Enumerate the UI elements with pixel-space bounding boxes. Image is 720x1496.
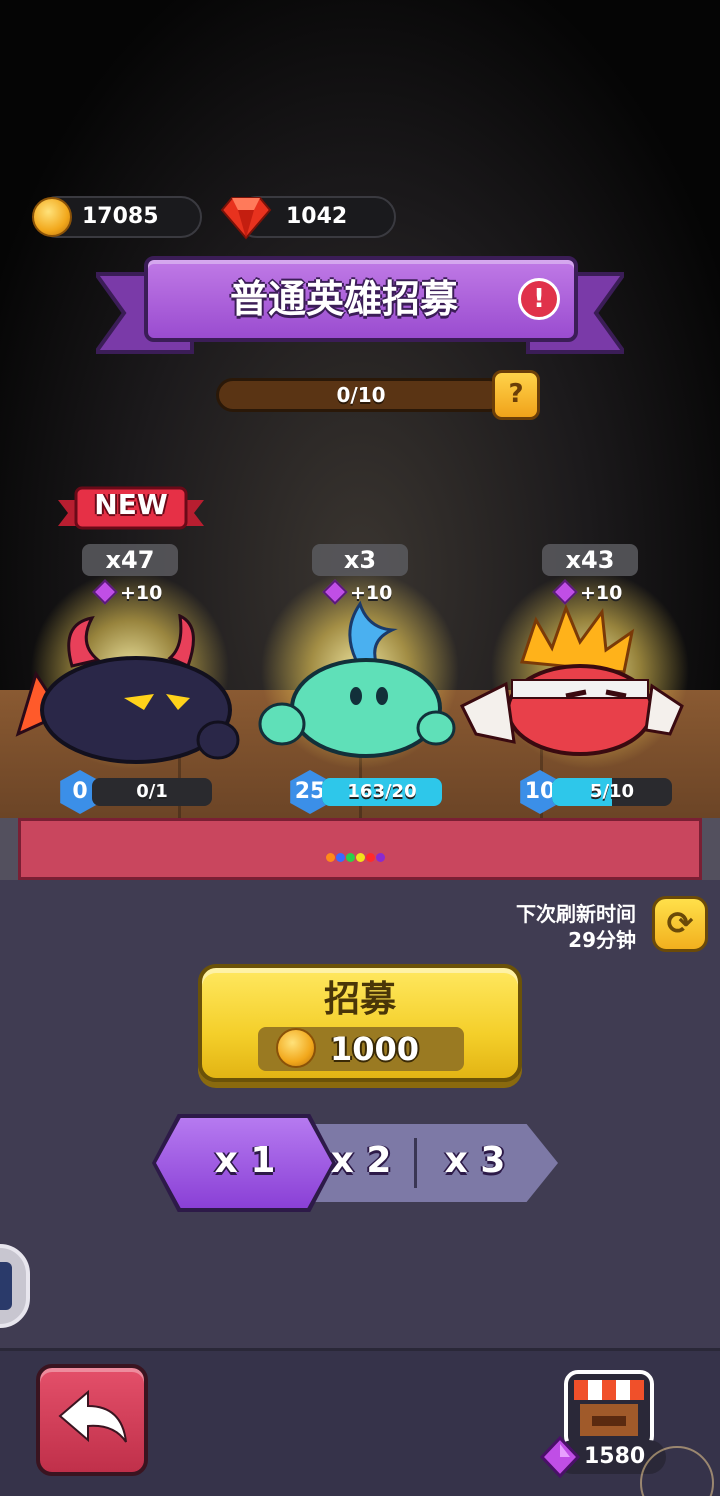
demon-blob-hero xyxy=(15,614,240,764)
hero-shard-text: 163/20 xyxy=(347,781,417,802)
hero-bonus: +10 xyxy=(92,579,162,605)
page-dot xyxy=(346,853,355,862)
hero-card-warrior[interactable]: x43 +10 10 5/10 xyxy=(459,540,700,820)
hero-bonus: +10 xyxy=(552,579,622,605)
hero-count: x3 xyxy=(312,544,408,576)
purple-gem-icon xyxy=(540,1436,580,1478)
red-gem-icon xyxy=(220,197,272,240)
multiplier-x2[interactable]: x 2 xyxy=(306,1140,416,1181)
back-button[interactable] xyxy=(36,1364,148,1476)
back-arrow-icon xyxy=(58,1389,127,1443)
hero-card-slime[interactable]: x3 +10 25 163/20 xyxy=(250,540,470,820)
refresh-time: 29分钟 xyxy=(568,928,636,952)
progress-text: 0/10 xyxy=(336,383,386,407)
hero-card-demon[interactable]: x47 +10 0 0/1 xyxy=(15,540,240,820)
multiplier-x3[interactable]: x 3 xyxy=(420,1140,530,1181)
flame-warrior-hero xyxy=(459,603,684,756)
slime-hero xyxy=(258,600,456,758)
question-icon[interactable]: ? xyxy=(492,370,540,420)
exclamation-icon[interactable]: ! xyxy=(518,278,560,320)
page-dot xyxy=(356,853,365,862)
recruit-label: 招募 xyxy=(323,979,396,1020)
refresh-label: 下次刷新时间 xyxy=(516,902,636,926)
gem-amount: 1042 xyxy=(286,204,348,229)
recruit-cost: 1000 xyxy=(330,1030,420,1068)
hero-count: x47 xyxy=(82,544,178,576)
page-title: 普通英雄招募 xyxy=(229,277,458,321)
purple-gem-icon xyxy=(92,579,118,605)
hero-count: x43 xyxy=(542,544,638,576)
side-float-icon xyxy=(0,1262,12,1310)
page-dot xyxy=(336,853,345,862)
page-dot xyxy=(326,853,335,862)
page-dot xyxy=(376,853,385,862)
refresh-icon[interactable]: ⟳ xyxy=(652,896,708,952)
purple-gem-icon xyxy=(552,579,578,605)
hero-shard-text: 0/1 xyxy=(136,781,168,802)
panel-side-left xyxy=(0,818,18,880)
new-label: NEW xyxy=(94,488,168,521)
multiplier-x1[interactable]: x 1 xyxy=(190,1140,300,1181)
page-indicator xyxy=(326,847,386,866)
coin-icon xyxy=(276,1028,316,1068)
panel-side-right xyxy=(702,818,720,880)
coin-icon xyxy=(32,197,72,237)
coin-amount: 17085 xyxy=(82,204,159,229)
hero-shard-text: 5/10 xyxy=(589,781,635,802)
page-dot xyxy=(366,853,375,862)
